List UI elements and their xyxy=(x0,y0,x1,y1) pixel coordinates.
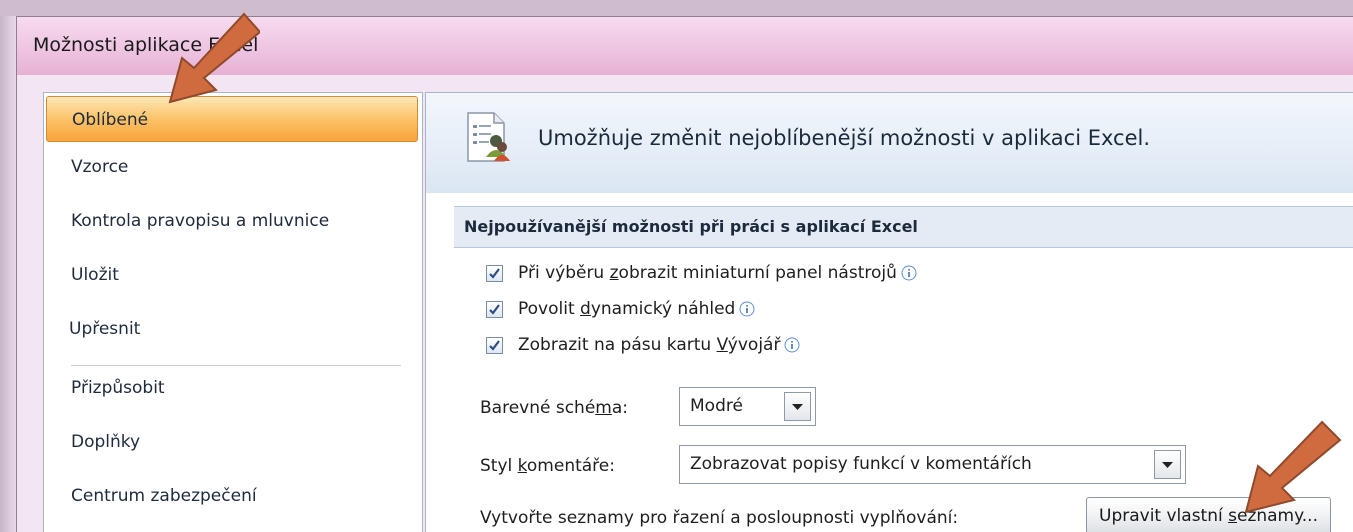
content-header-band: Umožňuje změnit nejoblíbenější možnosti … xyxy=(426,93,1353,193)
mini-toolbar-checkbox[interactable] xyxy=(486,264,503,282)
nav-item-customize[interactable]: Přizpůsobit xyxy=(44,363,422,413)
section-title: Nejpoužívanější možnosti při práci s apl… xyxy=(454,206,1353,248)
live-preview-label: Povolit dynamický náhled xyxy=(518,299,736,319)
mini-toolbar-option[interactable]: Při výběru zobrazit miniaturní panel nás… xyxy=(486,259,917,287)
nav-item-advanced[interactable]: Upřesnit xyxy=(44,304,422,354)
live-preview-option[interactable]: Povolit dynamický náhled xyxy=(486,295,755,323)
custom-lists-label: Vytvořte seznamy pro řazení a posloupnos… xyxy=(480,508,959,528)
options-nav: Oblíbené Vzorce Kontrola pravopisu a mlu… xyxy=(43,92,423,532)
options-content: Umožňuje změnit nejoblíbenější možnosti … xyxy=(425,92,1353,532)
nav-item-proofing[interactable]: Kontrola pravopisu a mluvnice xyxy=(44,196,422,246)
info-icon xyxy=(784,337,800,353)
developer-tab-checkbox[interactable] xyxy=(486,336,503,354)
comment-style-label: Styl komentáře: xyxy=(480,456,615,476)
developer-tab-label: Zobrazit na pásu kartu Vývojář xyxy=(518,335,781,355)
nav-item-popular[interactable]: Oblíbené xyxy=(46,96,418,142)
comment-style-select[interactable]: Zobrazovat popisy funkcí v komentářích xyxy=(679,445,1186,484)
background-window-top xyxy=(0,0,1353,16)
popular-options-icon xyxy=(467,112,510,162)
nav-item-addins[interactable]: Doplňky xyxy=(44,417,422,467)
excel-options-dialog: Možnosti aplikace Excel Oblíbené Vzorce … xyxy=(16,16,1353,532)
color-scheme-select[interactable]: Modré xyxy=(679,387,816,426)
developer-tab-option[interactable]: Zobrazit na pásu kartu Vývojář xyxy=(486,331,800,359)
info-icon xyxy=(901,265,917,281)
comment-style-value: Zobrazovat popisy funkcí v komentářích xyxy=(690,454,1032,474)
chevron-down-icon[interactable] xyxy=(784,392,811,421)
dialog-body: Oblíbené Vzorce Kontrola pravopisu a mlu… xyxy=(17,75,1353,532)
nav-item-formulas[interactable]: Vzorce xyxy=(44,142,422,192)
chevron-down-icon[interactable] xyxy=(1154,450,1181,479)
content-header-text: Umožňuje změnit nejoblíbenější možnosti … xyxy=(538,126,1151,150)
mini-toolbar-label: Při výběru zobrazit miniaturní panel nás… xyxy=(518,263,897,283)
edit-custom-lists-button[interactable]: Upravit vlastní seznamy... xyxy=(1086,497,1331,532)
nav-item-trust-center[interactable]: Centrum zabezpečení xyxy=(44,471,422,521)
live-preview-checkbox[interactable] xyxy=(486,300,503,318)
nav-item-save[interactable]: Uložit xyxy=(44,250,422,300)
info-icon xyxy=(739,301,755,317)
color-scheme-value: Modré xyxy=(690,396,743,416)
color-scheme-label: Barevné schéma: xyxy=(480,398,629,418)
window-title: Možnosti aplikace Excel xyxy=(33,34,259,56)
background-window-edge xyxy=(0,0,16,532)
title-bar[interactable]: Možnosti aplikace Excel xyxy=(17,17,1353,75)
